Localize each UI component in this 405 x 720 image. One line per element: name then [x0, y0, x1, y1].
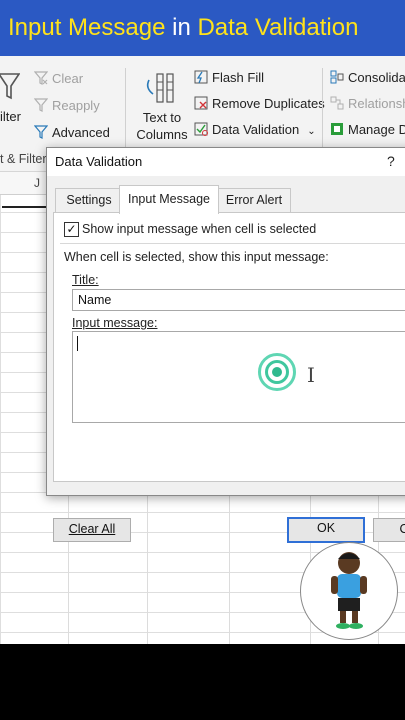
- dialog-title: Data Validation: [55, 154, 143, 169]
- dialog-titlebar[interactable]: Data Validation ?: [47, 148, 405, 176]
- remove-duplicates-icon: [194, 96, 208, 110]
- data-validation-label: Data Validation: [212, 122, 300, 137]
- flash-fill-label: Flash Fill: [212, 70, 265, 85]
- relationships-icon: [330, 96, 344, 110]
- presenter-avatar: [300, 542, 398, 640]
- input-message-panel: ✓ Show input message when cell is select…: [53, 212, 405, 482]
- flash-fill-button[interactable]: Flash Fill: [194, 70, 264, 85]
- text-cursor-icon: I: [307, 363, 315, 387]
- relationships-button[interactable]: Relationsh: [330, 96, 405, 111]
- text-to-columns-icon: [143, 70, 179, 106]
- input-message-field-label: Input message:: [72, 316, 157, 330]
- filter-icon: [0, 72, 21, 100]
- column-header-j[interactable]: J: [34, 176, 40, 190]
- input-message-textarea[interactable]: [72, 331, 405, 423]
- remove-duplicates-label: Remove Duplicates: [212, 96, 325, 111]
- excel-window: ilter Clear Reapply Advanced t & Filter …: [0, 56, 405, 644]
- relationships-label: Relationsh: [348, 96, 405, 111]
- clear-all-button[interactable]: Clear All: [53, 518, 131, 542]
- advanced-filter-icon: [34, 125, 48, 139]
- section-label: When cell is selected, show this input m…: [64, 250, 329, 264]
- ok-button[interactable]: OK: [287, 517, 365, 543]
- chevron-down-icon[interactable]: ⌄: [307, 126, 315, 137]
- title-input-value: Name: [78, 293, 112, 307]
- text-to-columns-line1: Text to: [142, 110, 182, 125]
- banner-text-2: in: [165, 14, 198, 41]
- text-to-columns-line2: Columns: [136, 127, 188, 142]
- tab-settings[interactable]: Settings: [55, 188, 123, 213]
- clear-button[interactable]: Clear: [34, 71, 83, 86]
- data-validation-icon: [194, 122, 208, 136]
- tab-error-alert[interactable]: Error Alert: [217, 188, 291, 213]
- data-validation-dialog: Data Validation ? Settings Input Message…: [46, 147, 405, 543]
- show-message-checkbox[interactable]: ✓: [64, 222, 79, 237]
- tab-input-message[interactable]: Input Message: [119, 185, 219, 214]
- show-message-label[interactable]: Show input message when cell is selected: [82, 222, 316, 236]
- consolidate-button[interactable]: Consolida: [330, 70, 405, 85]
- remove-duplicates-button[interactable]: Remove Duplicates: [194, 96, 325, 111]
- banner-text-1: Input Message: [8, 14, 166, 41]
- filter-button[interactable]: ilter: [0, 109, 21, 124]
- data-validation-button[interactable]: Data Validation ⌄: [194, 122, 316, 137]
- sort-filter-group-label: t & Filter: [0, 152, 47, 166]
- consolidate-icon: [330, 70, 344, 84]
- clear-label: Clear: [52, 71, 84, 86]
- clear-filter-icon: [34, 71, 48, 85]
- clear-all-label: Clear All: [68, 522, 116, 536]
- cancel-button[interactable]: C: [373, 518, 405, 542]
- reapply-icon: [34, 98, 48, 112]
- manage-data-model-icon: [331, 123, 343, 135]
- click-indicator-dot-icon: [272, 367, 282, 377]
- consolidate-label: Consolida: [348, 70, 405, 85]
- input-message-label-text: Input message:: [72, 316, 158, 330]
- advanced-label: Advanced: [52, 125, 110, 140]
- text-to-columns-button[interactable]: Text to Columns: [136, 109, 188, 143]
- flash-fill-icon: [194, 70, 208, 84]
- reapply-label: Reapply: [52, 98, 100, 113]
- help-button[interactable]: ?: [387, 153, 395, 169]
- manage-data-label: Manage D: [348, 122, 405, 137]
- advanced-button[interactable]: Advanced: [34, 125, 110, 140]
- section-divider: [60, 243, 405, 244]
- title-input[interactable]: Name: [72, 289, 405, 311]
- title-field-label: Title:: [72, 273, 99, 287]
- title-label-text: Title:: [72, 273, 99, 287]
- banner-text-3: Data Validation: [197, 14, 359, 41]
- title-banner: Input Message in Data Validation: [0, 0, 405, 56]
- reapply-button[interactable]: Reapply: [34, 98, 100, 113]
- manage-data-button[interactable]: Manage D: [330, 122, 405, 137]
- text-caret: [77, 336, 78, 351]
